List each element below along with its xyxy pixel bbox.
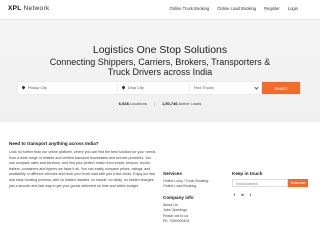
- about-heading: Need to transport anything across India?: [9, 141, 99, 146]
- find-trucks-value: Find Trucks: [194, 86, 214, 90]
- location-pin-icon: [122, 86, 125, 90]
- footer-middle-column: Services Online Lorry / Truck Booking On…: [163, 171, 223, 224]
- facebook-icon[interactable]: f: [232, 192, 237, 197]
- company-heading: Company info: [163, 194, 194, 200]
- drop-city-placeholder: Drop City: [128, 86, 144, 90]
- loads-label: Active Loads: [178, 101, 202, 106]
- pickup-city-field[interactable]: Pickup City: [18, 82, 118, 94]
- site-logo[interactable]: XPL Network: [8, 5, 50, 12]
- nav-login[interactable]: Login: [288, 6, 298, 11]
- linkedin-icon[interactable]: in: [240, 192, 245, 197]
- newsletter-form: Email Address Subscribe: [232, 179, 312, 187]
- about-body: Look no further than our online platform…: [9, 150, 156, 188]
- chevron-down-icon: [254, 84, 259, 90]
- about-section: Need to transport anything across India?…: [9, 141, 157, 189]
- logo-main: XPL: [8, 5, 22, 12]
- find-trucks-select[interactable]: Find Trucks: [190, 82, 262, 94]
- locations-label: Locations: [129, 101, 147, 106]
- hero-subtitle: Connecting Shippers, Carriers, Brokers, …: [49, 57, 271, 77]
- stats-row: 6,028 Locations | 1,50,746 Active Loads: [0, 101, 320, 106]
- top-header: XPL Network Online Truck Booking Online …: [0, 0, 320, 20]
- social-links: f in t: [232, 192, 312, 197]
- drop-city-field[interactable]: Drop City: [118, 82, 190, 94]
- subscribe-button[interactable]: Subscribe: [288, 179, 308, 187]
- loads-stat: 1,50,746 Active Loads: [162, 101, 201, 106]
- nav-online-truck-booking[interactable]: Online Truck Booking: [169, 6, 209, 11]
- main-nav: Online Truck Booking Online Load Booking…: [169, 6, 298, 11]
- company-phone[interactable]: Ph: 7000000424: [163, 219, 223, 224]
- locations-stat: 6,028 Locations: [119, 101, 147, 106]
- search-button[interactable]: Search: [262, 82, 300, 94]
- newsletter-column: Keep in touch Email Address Subscribe f …: [232, 171, 312, 197]
- services-link-load-booking[interactable]: Online Load Booking: [163, 184, 223, 189]
- locations-count: 6,028: [118, 101, 129, 106]
- services-heading: Services: [163, 171, 182, 176]
- nav-register[interactable]: Register: [264, 6, 280, 11]
- loads-count: 1,50,746: [161, 101, 178, 106]
- nav-online-load-booking[interactable]: Online Load Booking: [217, 6, 256, 11]
- newsletter-heading: Keep in touch: [232, 171, 263, 176]
- search-bar: Pickup City Drop City Find Trucks Search: [18, 82, 300, 94]
- pickup-city-placeholder: Pickup City: [28, 86, 47, 90]
- logo-rest: Network: [23, 5, 50, 12]
- twitter-icon[interactable]: t: [248, 192, 253, 197]
- location-pin-icon: [22, 86, 25, 90]
- stats-divider: |: [153, 101, 155, 106]
- hero-title: Logistics One Stop Solutions: [92, 44, 228, 56]
- email-field[interactable]: Email Address: [232, 179, 288, 187]
